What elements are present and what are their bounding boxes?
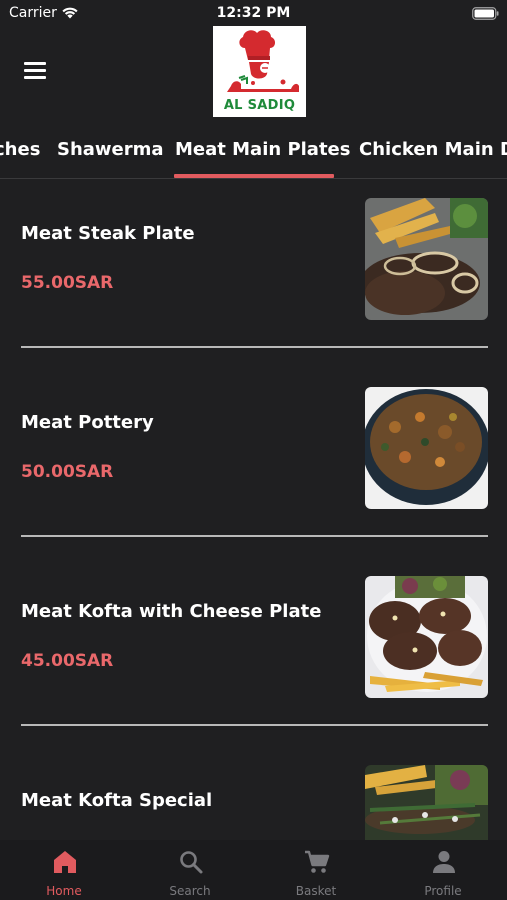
cart-icon: [305, 850, 330, 873]
tab-shawerma[interactable]: Shawerma: [57, 139, 164, 160]
bottom-navigation: Home Search Basket Profile: [0, 840, 507, 900]
home-icon: [54, 851, 76, 873]
category-tabs: ches Shawerma Meat Main Plates Chicken M…: [0, 124, 507, 179]
status-time: 12:32 PM: [216, 5, 291, 21]
item-price: 50.00SAR: [21, 462, 114, 482]
status-bar: Carrier 12:32 PM: [0, 0, 507, 26]
menu-item[interactable]: Meat Kofta Special: [0, 747, 507, 840]
kofta-special-photo: [365, 765, 488, 840]
tab-meat-main-plates[interactable]: Meat Main Plates: [175, 139, 350, 160]
profile-icon: [433, 851, 455, 873]
app-header: AL SADIQ: [0, 26, 507, 124]
nav-search-label: Search: [169, 884, 211, 898]
pottery-photo: [365, 387, 488, 509]
nav-profile[interactable]: Profile: [380, 840, 506, 900]
item-name: Meat Pottery: [21, 412, 154, 433]
item-name: Meat Kofta Special: [21, 790, 213, 811]
battery-icon: [472, 7, 499, 20]
al-sadiq-logo: AL SADIQ: [213, 26, 306, 117]
active-tab-indicator: [174, 174, 334, 178]
nav-basket-label: Basket: [295, 884, 337, 898]
item-name: Meat Kofta with Cheese Plate: [21, 601, 322, 622]
item-price: 55.00SAR: [21, 273, 114, 293]
menu-item[interactable]: Meat Kofta with Cheese Plate 45.00SAR: [0, 558, 507, 747]
item-divider: [21, 535, 488, 537]
item-price: 45.00SAR: [21, 651, 114, 671]
tab-chicken-main-dishes[interactable]: Chicken Main Di: [359, 139, 507, 160]
kofta-cheese-photo: [365, 576, 488, 698]
nav-search[interactable]: Search: [127, 840, 253, 900]
logo-wordmark: AL SADIQ: [223, 98, 296, 113]
hamburger-menu-icon[interactable]: [24, 62, 46, 80]
tab-sandwiches[interactable]: ches: [0, 139, 40, 160]
item-divider: [21, 346, 488, 348]
menu-item-list: Meat Steak Plate 55.00SAR Meat Pottery 5…: [0, 180, 507, 840]
search-icon: [180, 851, 203, 874]
item-name: Meat Steak Plate: [21, 223, 195, 244]
menu-item[interactable]: Meat Steak Plate 55.00SAR: [0, 180, 507, 369]
nav-basket[interactable]: Basket: [253, 840, 379, 900]
menu-item[interactable]: Meat Pottery 50.00SAR: [0, 369, 507, 558]
steak-plate-photo: [365, 198, 488, 320]
nav-profile-label: Profile: [424, 884, 462, 898]
nav-home-label: Home: [46, 884, 82, 898]
item-divider: [21, 724, 488, 726]
nav-home[interactable]: Home: [1, 840, 127, 900]
